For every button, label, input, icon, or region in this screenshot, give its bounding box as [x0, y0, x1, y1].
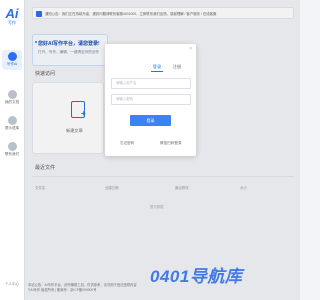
login-modal: × 登录 注册 请输入用户名 请输入密码 登录 忘记密码 微信扫码登录	[105, 44, 196, 156]
sidebar-item-contact[interactable]: 联系我们	[2, 140, 22, 160]
sidebar-item-prompts[interactable]: 提示语库	[2, 114, 22, 134]
book-icon	[7, 116, 17, 125]
sidebar-item-label: 写作Ai	[6, 62, 18, 66]
pen-icon	[7, 52, 17, 61]
username-input[interactable]: 请输入用户名	[111, 78, 191, 89]
password-input[interactable]: 请输入密码	[111, 94, 191, 105]
sidebar-item-label: 我的文档	[4, 100, 20, 104]
sidebar-item-label: 联系我们	[4, 152, 20, 156]
tab-indicator	[151, 71, 163, 72]
tab-register[interactable]: 注册	[167, 64, 187, 70]
document-icon	[7, 90, 17, 99]
login-button[interactable]: 登录	[130, 115, 171, 126]
logo-mark: Ai	[5, 6, 19, 21]
close-icon[interactable]: ×	[189, 47, 192, 52]
chat-icon	[7, 142, 17, 151]
forgot-password-link[interactable]: 忘记密码	[120, 141, 134, 146]
sidebar: Ai 写作 写作Ai 我的文档 提示语库 联系我们 个人中心	[0, 0, 25, 300]
sidebar-item-label: 提示语库	[4, 126, 20, 130]
tab-login[interactable]: 登录	[147, 64, 167, 70]
app-logo[interactable]: Ai 写作	[3, 7, 21, 25]
wechat-login-link[interactable]: 微信扫码登录	[160, 141, 182, 146]
sidebar-item-profile[interactable]: 个人中心	[2, 282, 22, 287]
sidebar-item-my-docs[interactable]: 我的文档	[2, 88, 22, 108]
sidebar-item-write-ai[interactable]: 写作Ai	[2, 50, 22, 70]
